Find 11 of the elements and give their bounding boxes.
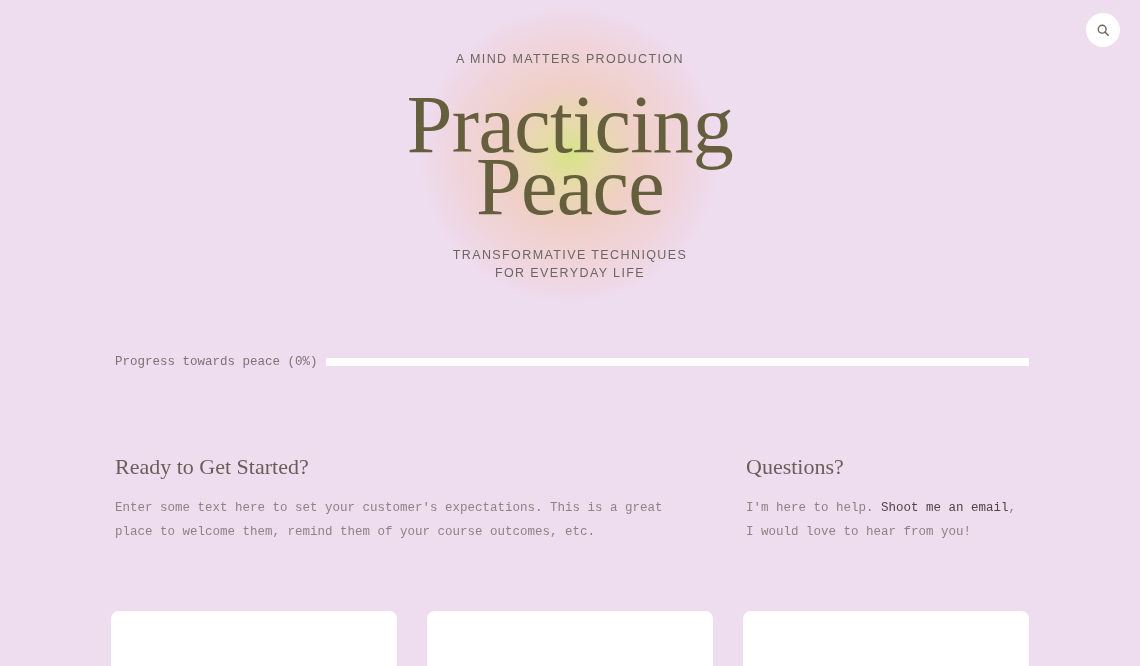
hero-title: Practicing Peace [405,94,735,218]
search-button[interactable] [1086,13,1120,47]
hero-tagline: TRANSFORMATIVE TECHNIQUES FOR EVERYDAY LIFE [451,247,689,282]
contact-paragraph: I'm here to help. Shoot me an email, I would love to hear from you! [746,500,1018,541]
intro-paragraph: Enter some text here to set your customer's expectations. This is a great place to welcome them, remind them of your course outcomes, etc. [115,500,664,541]
section-heading: Ready to Get Started? [115,453,309,481]
email-link[interactable]: Shoot me an email [881,501,1009,515]
progress-label: Progress towards peace (0%) [115,354,318,371]
hero-eyebrow: A MIND MATTERS PRODUCTION [456,51,684,68]
section-heading: Questions? [746,453,844,481]
search-icon [1097,24,1109,36]
